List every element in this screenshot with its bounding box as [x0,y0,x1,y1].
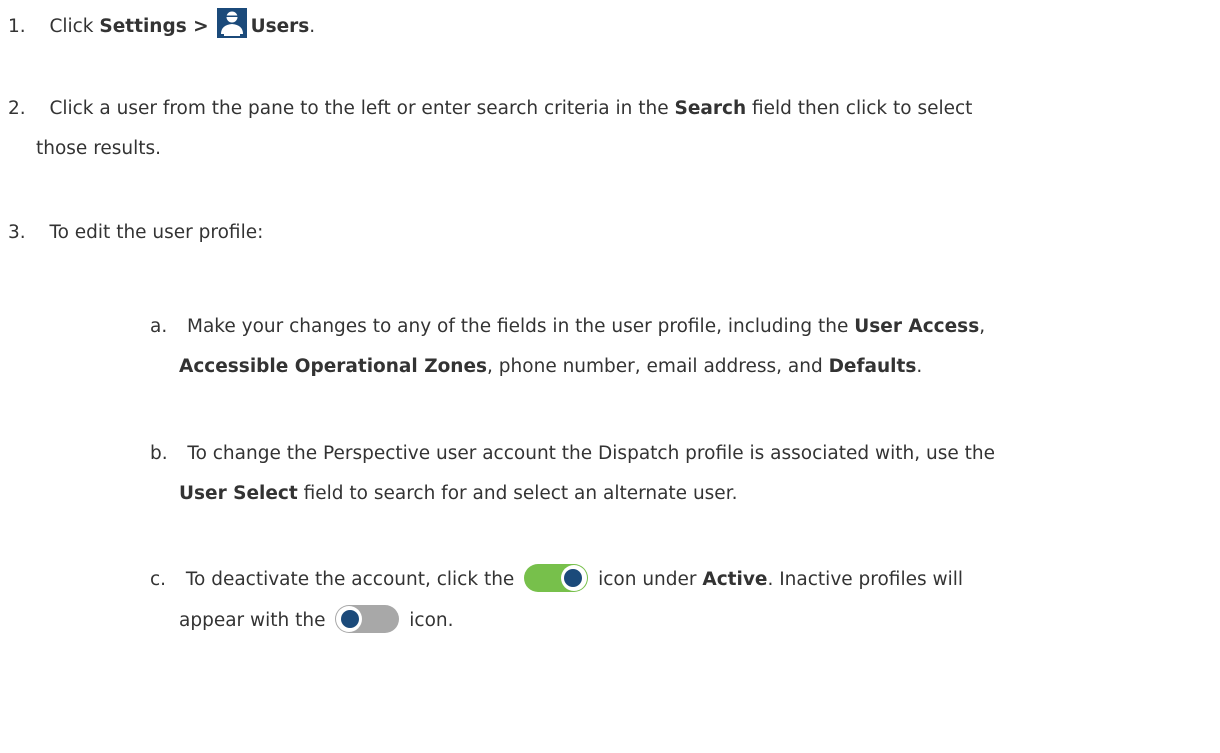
step-1: 1. Click Settings > Users. [8,8,315,44]
step-2: 2. Click a user from the pane to the lef… [8,98,973,119]
defaults-label: Defaults [828,356,917,377]
substep-a: a. Make your changes to any of the field… [150,316,986,337]
users-label: Users [250,16,310,37]
active-toggle-icon [524,564,589,592]
substep-c-continuation: appear with the icon. [179,604,454,638]
substep-b-continuation: User Select field to search for and sele… [179,483,738,504]
step-number: 3. [8,222,26,243]
search-label: Search [674,98,747,119]
active-label: Active [702,569,768,590]
step-3: 3. To edit the user profile: [8,222,264,243]
substep-a-continuation: Accessible Operational Zones, phone numb… [179,356,923,377]
user-access-label: User Access [854,316,980,337]
toggle-knob [561,565,588,591]
step-number: 2. [8,98,26,119]
inactive-toggle-icon [335,605,400,633]
settings-label: Settings > [99,16,209,37]
step-text: Click [49,16,100,37]
substep-b: b. To change the Perspective user accoun… [150,443,995,464]
substep-letter: a. [150,316,168,337]
user-select-label: User Select [179,483,298,504]
substep-letter: b. [150,443,168,464]
toggle-knob [336,606,363,632]
operational-zones-label: Accessible Operational Zones [179,356,488,377]
step-2-continuation: those results. [36,138,162,159]
substep-letter: c. [150,569,167,590]
step-number: 1. [8,16,26,37]
users-icon [216,8,247,38]
substep-c: c. To deactivate the account, click the … [150,563,963,597]
